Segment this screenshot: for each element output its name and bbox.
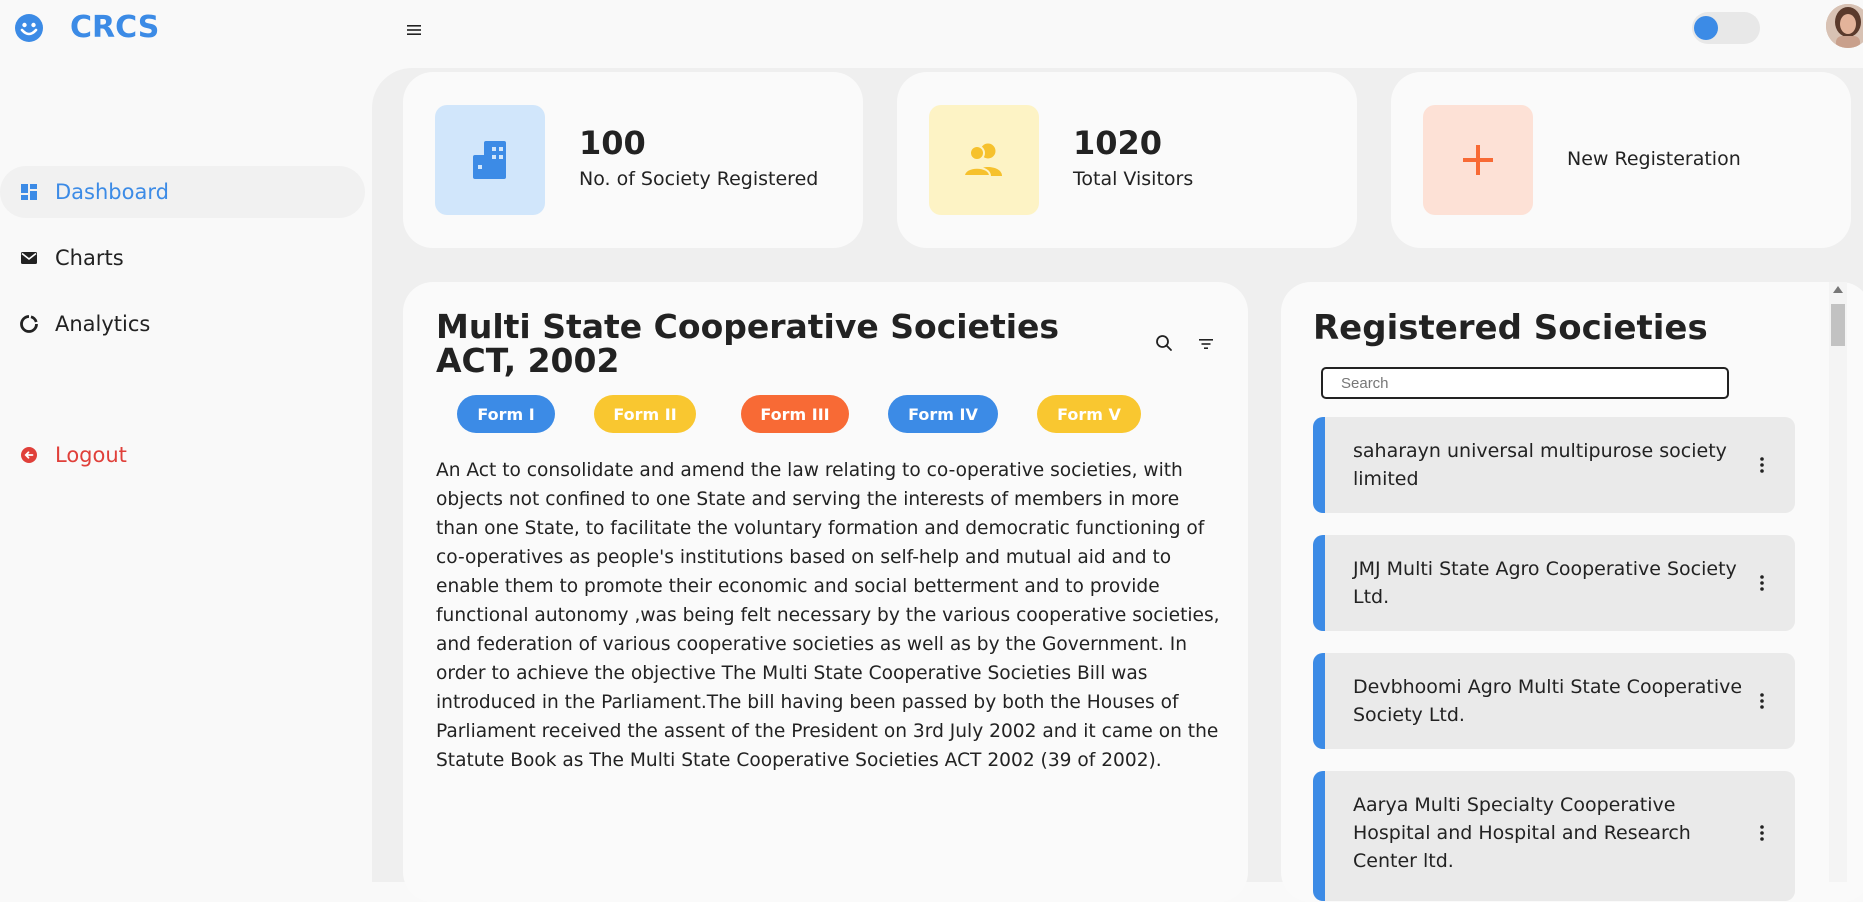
sidebar-item-charts[interactable]: Charts [0, 232, 365, 284]
stat-card-new-registration[interactable]: New Registeration [1391, 72, 1851, 248]
form-v-button[interactable]: Form V [1037, 395, 1141, 433]
smiley-icon [15, 14, 43, 42]
more-vertical-icon[interactable] [1759, 574, 1765, 592]
society-name: JMJ Multi State Agro Cooperative Society… [1353, 558, 1737, 608]
act-description: An Act to consolidate and amend the law … [436, 460, 1220, 771]
society-list-item[interactable]: saharayn universal multipurose society l… [1313, 417, 1795, 513]
hamburger-menu-icon[interactable] [404, 20, 424, 40]
society-name: Aarya Multi Specialty Cooperative Hospit… [1353, 794, 1691, 872]
form-i-button[interactable]: Form I [457, 395, 555, 433]
act-card: Multi State Cooperative Societies ACT, 2… [403, 282, 1248, 902]
toggle-knob [1694, 16, 1718, 40]
building-icon [473, 141, 506, 179]
app-title: CRCS [70, 10, 160, 45]
scrollbar-thumb[interactable] [1831, 304, 1845, 346]
top-bar: CRCS [0, 0, 1863, 60]
stat-icon-box[interactable] [1423, 105, 1533, 215]
dashboard-icon [21, 184, 37, 200]
sidebar-item-analytics[interactable]: Analytics [0, 298, 365, 350]
society-list-item[interactable]: JMJ Multi State Agro Cooperative Society… [1313, 535, 1795, 631]
stat-icon-box [435, 105, 545, 215]
sidebar-item-label: Dashboard [55, 180, 169, 204]
society-name: saharayn universal multipurose society l… [1353, 440, 1727, 490]
avatar[interactable] [1826, 4, 1863, 48]
more-vertical-icon[interactable] [1759, 824, 1765, 842]
stat-card-visitors: 1020 Total Visitors [897, 72, 1357, 248]
society-name: Devbhoomi Agro Multi State Cooperative S… [1353, 676, 1743, 726]
new-registration-label: New Registeration [1567, 148, 1741, 170]
sidebar-item-label: Charts [55, 246, 124, 270]
stat-icon-box [929, 105, 1039, 215]
scroll-up-arrow-icon[interactable] [1833, 286, 1843, 293]
stat-value: 1020 [1073, 124, 1163, 162]
stat-label: No. of Society Registered [579, 168, 819, 190]
form-iv-button[interactable]: Form IV [888, 395, 998, 433]
societies-title: Registered Societies [1313, 308, 1708, 348]
filter-icon[interactable] [1198, 336, 1214, 352]
scrollbar[interactable] [1829, 282, 1847, 882]
sidebar: Dashboard Charts Analytics Logout [0, 60, 372, 882]
more-vertical-icon[interactable] [1759, 456, 1765, 474]
form-iii-button[interactable]: Form III [741, 395, 849, 433]
avatar-image [1826, 4, 1863, 48]
search-icon[interactable] [1155, 334, 1173, 352]
registered-societies-panel: Registered Societies saharayn universal … [1281, 282, 1863, 902]
form-ii-button[interactable]: Form II [594, 395, 696, 433]
logout-label: Logout [55, 443, 127, 467]
societies-search-input[interactable] [1321, 367, 1729, 399]
society-list-item[interactable]: Devbhoomi Agro Multi State Cooperative S… [1313, 653, 1795, 749]
logout-button[interactable]: Logout [0, 429, 365, 481]
plus-icon [1463, 145, 1493, 175]
stat-label: Total Visitors [1073, 168, 1194, 190]
sidebar-item-label: Analytics [55, 312, 151, 336]
stat-card-societies: 100 No. of Society Registered [403, 72, 863, 248]
logout-icon [21, 447, 37, 463]
donut-chart-icon [20, 315, 38, 333]
mail-icon [21, 252, 37, 264]
theme-toggle[interactable] [1692, 12, 1760, 44]
logo[interactable]: CRCS [14, 10, 159, 45]
users-icon [962, 143, 1002, 177]
stat-value: 100 [579, 124, 646, 162]
more-vertical-icon[interactable] [1759, 692, 1765, 710]
act-title: Multi State Cooperative Societies ACT, 2… [436, 307, 1060, 380]
sidebar-item-dashboard[interactable]: Dashboard [0, 166, 365, 218]
